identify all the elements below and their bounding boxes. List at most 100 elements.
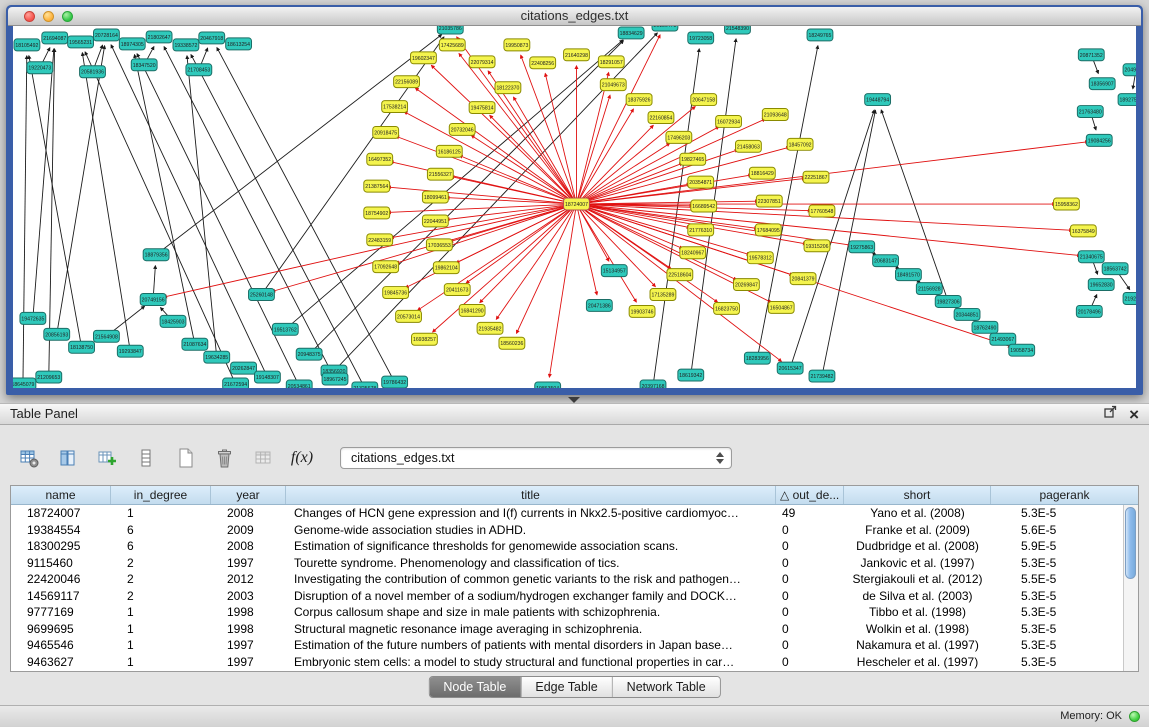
- network-node-yellow[interactable]: 17760548: [809, 205, 835, 217]
- table-row[interactable]: 946554611997Estimation of the future num…: [11, 637, 1123, 654]
- network-node-yellow[interactable]: 19578312: [747, 252, 773, 264]
- network-node-teal[interactable]: 20471386: [586, 299, 612, 311]
- network-node-yellow[interactable]: 17135289: [650, 289, 676, 301]
- network-node-yellow[interactable]: 16841290: [459, 304, 485, 316]
- network-node-teal[interactable]: 20871352: [1078, 49, 1104, 61]
- network-node-teal[interactable]: 19827306: [935, 296, 961, 308]
- network-node-teal[interactable]: 20397168: [640, 380, 666, 388]
- network-node-teal[interactable]: 21087634: [182, 338, 208, 350]
- network-node-teal[interactable]: 21708453: [186, 64, 212, 76]
- network-node-teal[interactable]: 21325678: [352, 382, 378, 388]
- network-node-teal[interactable]: 21763480: [1077, 106, 1103, 118]
- network-node-teal[interactable]: 15134957: [601, 265, 627, 277]
- network-node-yellow[interactable]: 18754902: [364, 207, 390, 219]
- table-mode-button[interactable]: [16, 445, 42, 471]
- network-node-yellow[interactable]: 16504867: [768, 301, 794, 313]
- network-canvas[interactable]: 1810549221694087195652312072816418974305…: [13, 26, 1136, 388]
- network-node-teal[interactable]: 21802647: [146, 31, 172, 43]
- window-titlebar[interactable]: citations_edges.txt: [8, 7, 1141, 26]
- network-node-yellow[interactable]: 19845736: [383, 287, 409, 299]
- network-node-teal[interactable]: 20178496: [1076, 305, 1102, 317]
- network-node-teal[interactable]: 21548390: [725, 26, 751, 34]
- network-node-teal[interactable]: 19863504: [535, 382, 561, 388]
- row-options-button[interactable]: [133, 445, 159, 471]
- network-node-teal[interactable]: 21672594: [223, 378, 249, 388]
- network-node-teal[interactable]: 21927085: [1123, 293, 1136, 305]
- column-header-pagerank[interactable]: pagerank: [991, 486, 1138, 504]
- network-node-teal[interactable]: 18105492: [14, 39, 40, 51]
- tab-node-table[interactable]: Node Table: [429, 677, 520, 697]
- network-node-yellow[interactable]: 16497352: [367, 153, 393, 165]
- function-builder-button[interactable]: f(x): [289, 445, 315, 471]
- network-node-teal[interactable]: 21209653: [36, 371, 62, 383]
- new-file-button[interactable]: [172, 445, 198, 471]
- network-node-teal[interactable]: 19565231: [68, 36, 94, 48]
- network-node-yellow[interactable]: 18099461: [422, 191, 448, 203]
- network-node-teal[interactable]: 18879356: [143, 249, 169, 261]
- network-node-yellow[interactable]: 20732046: [449, 123, 475, 135]
- network-node-teal[interactable]: 21694087: [42, 32, 68, 44]
- network-node-yellow[interactable]: 18560236: [499, 337, 525, 349]
- network-node-teal[interactable]: 19338572: [173, 39, 199, 51]
- network-node-yellow[interactable]: 22307851: [756, 195, 782, 207]
- network-node-teal[interactable]: 20492817: [1123, 64, 1136, 76]
- network-node-teal[interactable]: 18138750: [69, 341, 95, 353]
- column-header-out_degree[interactable]: △ out_de...: [776, 486, 844, 504]
- network-node-teal[interactable]: 20749156: [140, 294, 166, 306]
- network-node-yellow[interactable]: 19862104: [433, 262, 459, 274]
- network-node-yellow[interactable]: 16823750: [714, 302, 740, 314]
- table-row[interactable]: 969969511998Structural magnetic resonanc…: [11, 621, 1123, 638]
- network-node-teal[interactable]: 20615347: [777, 362, 803, 374]
- network-node-teal[interactable]: 18563742: [1102, 263, 1128, 275]
- network-node-yellow[interactable]: 18375926: [626, 94, 652, 106]
- table-row[interactable]: 1938455462009Genome-wide association stu…: [11, 522, 1123, 539]
- network-node-teal[interactable]: 18927564: [1118, 94, 1136, 106]
- network-node-teal[interactable]: 20534861: [286, 380, 312, 388]
- network-node-yellow[interactable]: 20841379: [790, 273, 816, 285]
- network-node-yellow[interactable]: 19950873: [504, 39, 530, 51]
- new-column-button[interactable]: [94, 445, 120, 471]
- network-node-yellow[interactable]: 17036553: [426, 239, 452, 251]
- network-node-yellow[interactable]: 22160854: [648, 112, 674, 124]
- network-node-yellow[interactable]: 16375849: [1070, 225, 1096, 237]
- network-node-teal[interactable]: 19058734: [1009, 344, 1035, 356]
- network-node-yellow[interactable]: 18122370: [495, 82, 521, 94]
- network-node-teal[interactable]: 21493067: [990, 333, 1016, 345]
- network-node-yellow[interactable]: 22156089: [394, 76, 420, 88]
- network-node-yellow[interactable]: 19602347: [411, 52, 437, 64]
- network-node-yellow[interactable]: 20269847: [734, 279, 760, 291]
- network-node-yellow[interactable]: 18240967: [680, 247, 706, 259]
- tab-network-table[interactable]: Network Table: [612, 677, 720, 697]
- network-node-yellow[interactable]: 22251867: [803, 171, 829, 183]
- network-node-yellow[interactable]: 19315206: [804, 240, 830, 252]
- network-node-yellow[interactable]: 20354871: [688, 176, 714, 188]
- network-node-yellow[interactable]: 17425689: [439, 39, 465, 51]
- network-node-teal[interactable]: 20581936: [80, 66, 106, 78]
- network-node-yellow[interactable]: 15958362: [1054, 198, 1080, 210]
- network-node-yellow[interactable]: 16186125: [436, 145, 462, 157]
- column-header-name[interactable]: name: [11, 486, 111, 504]
- network-node-teal[interactable]: 20683147: [873, 255, 899, 267]
- network-node-yellow[interactable]: 18457092: [787, 138, 813, 150]
- network-node-yellow[interactable]: 16072934: [716, 116, 742, 128]
- network-node-yellow[interactable]: 20647158: [691, 94, 717, 106]
- table-scrollbar-thumb[interactable]: [1125, 507, 1136, 579]
- table-row[interactable]: 911546021997Tourette syndrome. Phenomeno…: [11, 555, 1123, 572]
- network-node-teal[interactable]: 18762490: [972, 321, 998, 333]
- column-header-title[interactable]: title: [286, 486, 776, 504]
- close-panel-icon[interactable]: ×: [1129, 406, 1139, 423]
- network-node-teal[interactable]: 21156928: [916, 283, 942, 295]
- network-node-yellow[interactable]: 22483159: [367, 234, 393, 246]
- network-node-teal[interactable]: 21035786: [437, 26, 463, 34]
- network-node-teal[interactable]: 18283956: [744, 352, 770, 364]
- network-node-yellow[interactable]: 21093648: [762, 109, 788, 121]
- network-node-yellow[interactable]: 16938257: [412, 333, 438, 345]
- network-node-teal[interactable]: 20728164: [93, 29, 119, 41]
- network-node-teal[interactable]: 19472635: [20, 312, 46, 324]
- network-node-yellow[interactable]: 21640298: [564, 49, 590, 61]
- network-node-teal[interactable]: 20156473: [652, 26, 678, 31]
- network-node-yellow[interactable]: 17538214: [382, 101, 408, 113]
- table-row[interactable]: 1872400712008Changes of HCN gene express…: [11, 505, 1123, 522]
- network-node-yellow[interactable]: 18816429: [749, 167, 775, 179]
- network-node-teal[interactable]: 21340675: [1078, 251, 1104, 263]
